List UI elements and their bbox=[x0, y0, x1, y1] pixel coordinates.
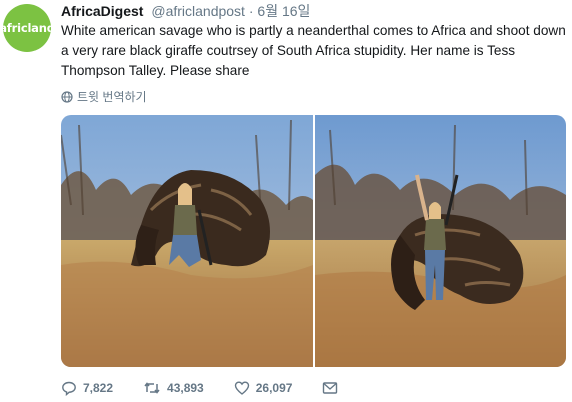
display-name[interactable]: AfricaDigest bbox=[61, 3, 143, 19]
reply-icon bbox=[62, 381, 76, 396]
retweet-button[interactable]: 43,893 bbox=[143, 380, 204, 396]
tweet-text: White american savage who is partly a ne… bbox=[61, 23, 566, 78]
avatar-logo-text: africland bbox=[3, 21, 51, 35]
retweet-icon bbox=[144, 382, 160, 394]
avatar[interactable]: africland bbox=[3, 4, 51, 52]
tweet-date[interactable]: 6월 16일 bbox=[257, 3, 310, 19]
like-button[interactable]: 26,097 bbox=[234, 380, 293, 396]
tweet-header: AfricaDigest @africlandpost · 6월 16일 bbox=[61, 2, 310, 20]
translate-tweet-link[interactable]: 트윗 번역하기 bbox=[61, 88, 147, 105]
photo-left bbox=[61, 115, 313, 367]
reply-count: 7,822 bbox=[83, 381, 114, 395]
globe-icon bbox=[61, 90, 73, 103]
photo-right bbox=[315, 115, 566, 367]
user-handle[interactable]: @africlandpost bbox=[151, 3, 245, 19]
envelope-icon bbox=[323, 382, 338, 394]
tweet-photo-1[interactable] bbox=[61, 115, 313, 367]
tweet-photo-2[interactable] bbox=[315, 115, 566, 367]
like-count: 26,097 bbox=[255, 381, 293, 395]
reply-button[interactable]: 7,822 bbox=[61, 380, 113, 396]
tweet-actions: 7,822 43,893 26,097 bbox=[61, 380, 368, 396]
header-separator: · bbox=[248, 3, 254, 19]
direct-message-button[interactable] bbox=[322, 381, 338, 395]
retweet-count: 43,893 bbox=[167, 381, 204, 395]
translate-label: 트윗 번역하기 bbox=[77, 90, 147, 104]
heart-icon bbox=[234, 381, 249, 395]
